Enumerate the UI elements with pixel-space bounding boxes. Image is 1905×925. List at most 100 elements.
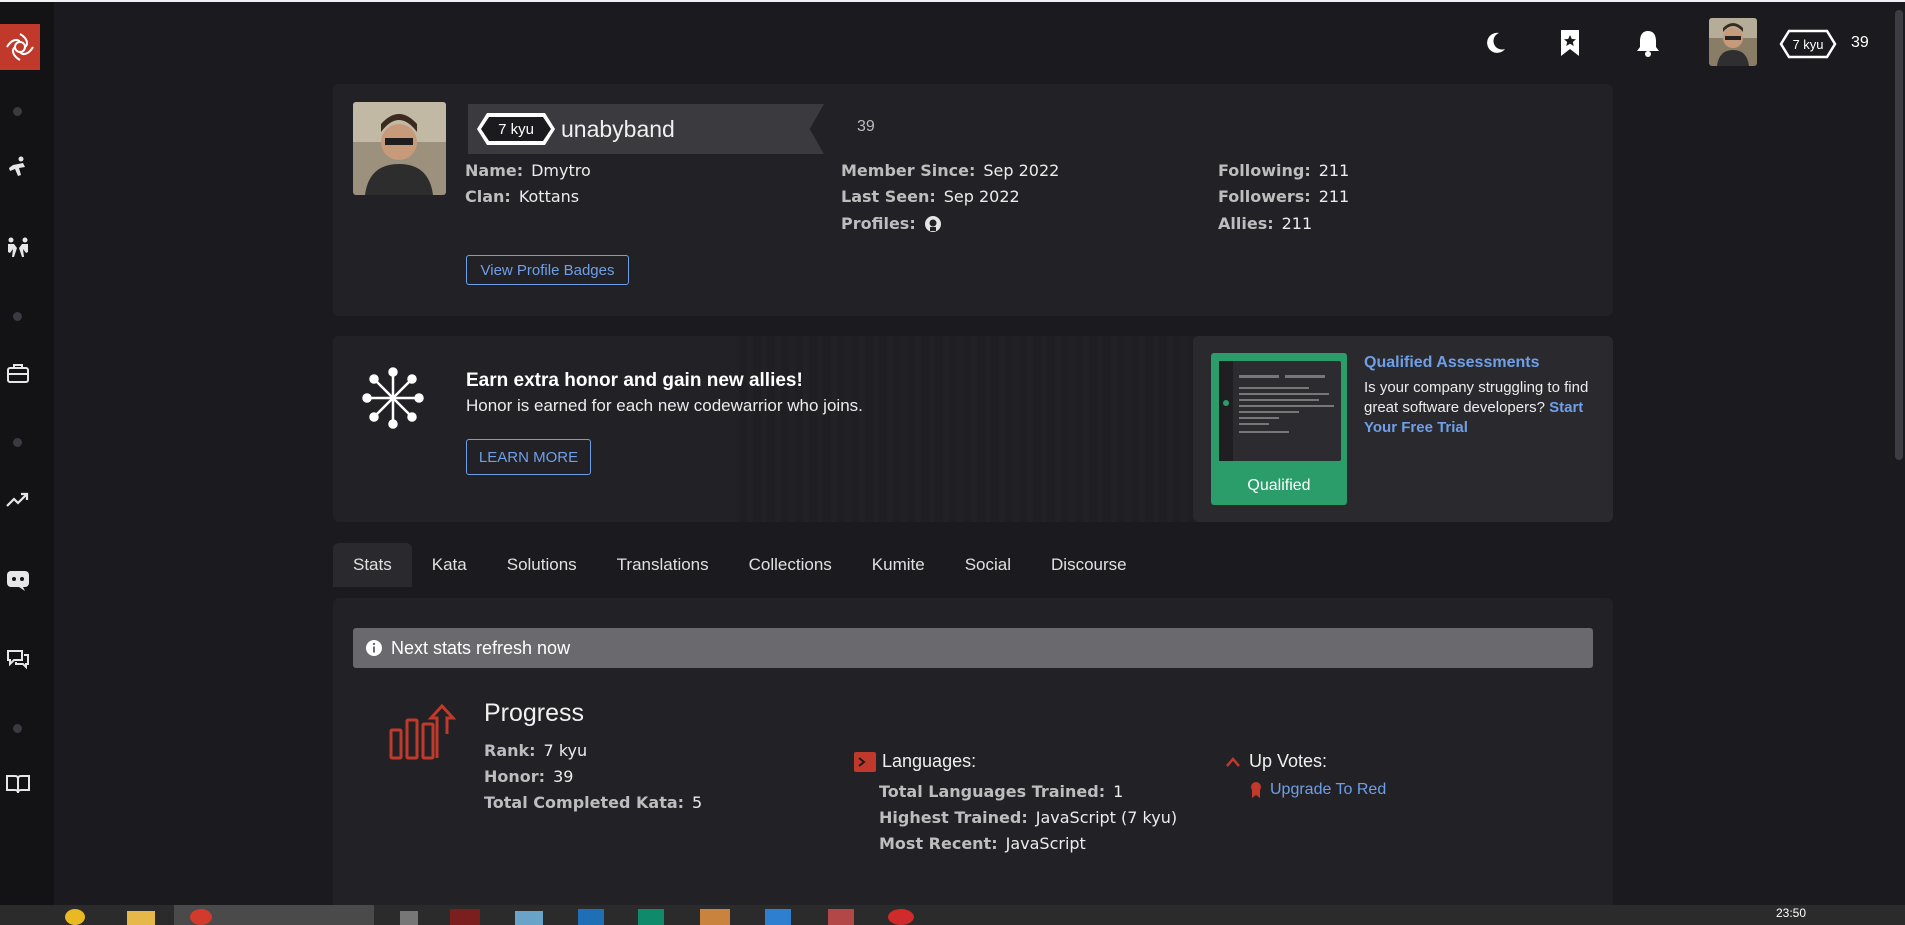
stats-panel: Next stats refresh now Progress Rank: 7 k…	[333, 598, 1613, 908]
most-recent-label: Most Recent:	[879, 834, 998, 853]
tab-stats[interactable]: Stats	[333, 543, 412, 587]
following-field[interactable]: Following: 211	[1218, 161, 1349, 180]
taskbar-app-icon[interactable]	[65, 909, 85, 925]
followers-value: 211	[1318, 187, 1350, 206]
tab-solutions[interactable]: Solutions	[487, 543, 597, 587]
highest-trained-field: Highest Trained: JavaScript (7 kyu)	[879, 808, 1177, 827]
sidebar-divider-dot	[13, 312, 22, 321]
practice-icon[interactable]	[2, 152, 34, 184]
page-scrollbar[interactable]	[1893, 2, 1905, 905]
notifications-bell-icon[interactable]	[1631, 26, 1665, 60]
user-avatar[interactable]	[1709, 18, 1757, 66]
sidebar-divider-dot	[13, 438, 22, 447]
name-value: Dmytro	[531, 161, 591, 180]
rank-value: 7 kyu	[543, 741, 588, 760]
qualified-ad: Qualified Qualified Assessments Is your …	[1193, 336, 1613, 522]
rank-badge-top[interactable]: 7 kyu	[1779, 29, 1837, 59]
file-explorer-icon[interactable]	[127, 911, 155, 925]
languages-title: Languages:	[882, 751, 977, 771]
tab-translations[interactable]: Translations	[597, 543, 729, 587]
profiles-label: Profiles:	[841, 214, 916, 233]
allies-value: 211	[1281, 214, 1313, 233]
promo-text: Honor is earned for each new codewarrior…	[466, 396, 863, 415]
learn-more-button[interactable]: LEARN MORE	[466, 439, 591, 475]
completed-kata-label: Total Completed Kata:	[484, 793, 685, 812]
taskbar-app-icon[interactable]	[450, 909, 480, 925]
stats-refresh-text: Next stats refresh now	[391, 637, 571, 658]
tab-kumite[interactable]: Kumite	[852, 543, 945, 587]
taskbar-app-icon[interactable]	[400, 911, 418, 925]
qualified-thumbnail[interactable]: Qualified	[1211, 353, 1347, 505]
tab-social[interactable]: Social	[945, 543, 1031, 587]
stats-refresh-alert: Next stats refresh now	[353, 628, 1593, 668]
completed-kata-field: Total Completed Kata: 5	[484, 793, 702, 812]
profile-honor: 39	[857, 118, 875, 135]
rank-badge: 7 kyu	[477, 113, 555, 145]
member-since-field: Member Since: Sep 2022	[841, 161, 1059, 180]
sidebar-divider-dot	[13, 107, 22, 116]
last-seen-label: Last Seen:	[841, 187, 936, 206]
discord-icon[interactable]	[2, 564, 34, 596]
upvotes-heading: Up Votes:	[1225, 751, 1327, 772]
kumite-icon[interactable]	[2, 232, 34, 264]
clan-field: Clan: Kottans	[465, 187, 579, 206]
profiles-field: Profiles:	[841, 214, 942, 233]
tab-discourse[interactable]: Discourse	[1031, 543, 1147, 587]
followers-field[interactable]: Followers: 211	[1218, 187, 1349, 206]
os-taskbar: 23:50	[0, 905, 1905, 925]
qualified-thumb-label: Qualified	[1247, 477, 1311, 494]
name-field: Name: Dmytro	[465, 161, 591, 180]
taskbar-app-icon[interactable]	[888, 909, 914, 925]
taskbar-app-icon[interactable]	[638, 909, 664, 925]
honor-label: Honor:	[484, 767, 546, 786]
chevron-up-icon	[1226, 756, 1240, 767]
taskbar-app-icon[interactable]	[700, 909, 730, 925]
codewars-logo[interactable]	[0, 24, 40, 70]
rank-badge-top-label: 7 kyu	[1792, 37, 1823, 52]
view-profile-badges-button[interactable]: View Profile Badges	[466, 255, 629, 285]
tab-collections[interactable]: Collections	[729, 543, 852, 587]
window-top-border	[0, 0, 1905, 2]
taskbar-app-icon[interactable]	[578, 909, 604, 925]
qualified-title[interactable]: Qualified Assessments	[1364, 354, 1539, 372]
docs-book-icon[interactable]	[2, 768, 34, 800]
allies-field[interactable]: Allies: 211	[1218, 214, 1312, 233]
last-seen-value: Sep 2022	[943, 187, 1020, 206]
rank-badge-label: 7 kyu	[498, 121, 534, 138]
profile-tabs: Stats Kata Solutions Translations Collec…	[333, 543, 1147, 587]
taskbar-clock[interactable]: 23:50	[1776, 906, 1806, 920]
upgrade-to-red-link[interactable]: Upgrade To Red	[1270, 781, 1386, 799]
sidebar-divider-dot	[13, 724, 22, 733]
languages-heading: Languages:	[854, 751, 976, 772]
most-recent-value: JavaScript	[1005, 834, 1086, 853]
languages-trained-field: Total Languages Trained: 1	[879, 782, 1123, 801]
clan-value: Kottans	[518, 187, 580, 206]
rank-field: Rank: 7 kyu	[484, 741, 587, 760]
name-label: Name:	[465, 161, 524, 180]
profile-panel: 7 kyu unabyband 39 Name: Dmytro Clan: Kott…	[333, 84, 1613, 316]
qualified-screen-preview	[1219, 361, 1341, 461]
tab-kata[interactable]: Kata	[412, 543, 487, 587]
upgrade-row: Upgrade To Red	[1250, 781, 1386, 799]
highest-trained-label: Highest Trained:	[879, 808, 1028, 827]
discourse-chat-icon[interactable]	[2, 644, 34, 676]
bookmark-star-icon[interactable]	[1553, 26, 1587, 60]
scrollbar-thumb[interactable]	[1895, 10, 1903, 460]
taskbar-app-icon[interactable]	[828, 909, 854, 925]
following-value: 211	[1318, 161, 1350, 180]
rank-label: Rank:	[484, 741, 536, 760]
browser-icon[interactable]	[190, 909, 212, 925]
leaderboard-trend-icon[interactable]	[2, 484, 34, 516]
github-icon[interactable]	[924, 215, 942, 233]
taskbar-app-icon[interactable]	[515, 911, 543, 925]
dark-mode-moon-icon[interactable]	[1478, 26, 1512, 60]
progress-chart-icon	[389, 704, 457, 760]
username: unabyband	[561, 116, 675, 142]
languages-trained-value: 1	[1113, 782, 1124, 801]
vscode-icon[interactable]	[765, 909, 791, 925]
sidebar	[0, 2, 54, 905]
promo-title: Earn extra honor and gain new allies!	[466, 370, 803, 391]
clan-label: Clan:	[465, 187, 511, 206]
ribbon-award-icon	[1251, 782, 1261, 798]
jobs-briefcase-icon[interactable]	[2, 357, 34, 389]
